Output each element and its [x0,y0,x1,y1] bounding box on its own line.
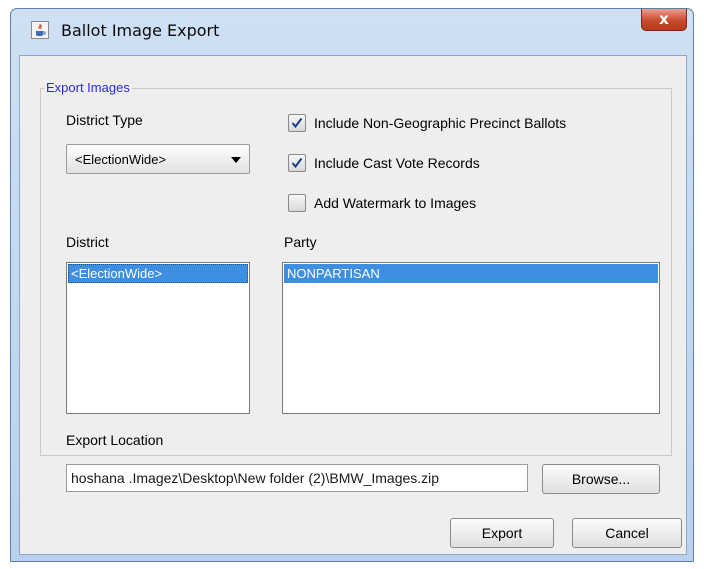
cancel-button[interactable]: Cancel [572,518,682,548]
export-location-label: Export Location [66,432,164,448]
non-geographic-checkbox[interactable] [288,114,306,132]
district-type-dropdown[interactable]: <ElectionWide> [66,144,250,174]
party-list[interactable]: NONPARTISAN [282,262,660,414]
cast-vote-records-checkbox[interactable] [288,154,306,172]
group-title: Export Images [44,80,132,95]
dialog-window: Ballot Image Export x Export Images Dist… [10,8,694,562]
title-bar[interactable]: Ballot Image Export x [11,9,693,53]
district-list-item[interactable]: <ElectionWide> [68,264,248,283]
export-location-input[interactable] [67,465,527,491]
java-cup-icon [31,21,49,39]
district-type-label: District Type [66,112,143,128]
export-button[interactable]: Export [450,518,554,548]
watermark-checkbox[interactable] [288,194,306,212]
district-type-value: <ElectionWide> [75,152,167,167]
district-label: District [66,234,109,250]
chevron-down-icon [231,157,241,163]
party-label: Party [284,234,317,250]
party-list-item[interactable]: NONPARTISAN [284,264,658,283]
browse-button[interactable]: Browse... [542,464,660,494]
export-location-field[interactable] [66,464,528,492]
checkmark-icon [291,157,303,169]
district-list[interactable]: <ElectionWide> [66,262,250,414]
window-title: Ballot Image Export [61,21,220,40]
close-button[interactable]: x [641,9,687,31]
cast-vote-records-label: Include Cast Vote Records [314,155,480,171]
dialog-content: Export Images District Type <ElectionWid… [19,55,687,555]
close-icon: x [659,10,669,28]
watermark-label: Add Watermark to Images [314,195,477,211]
non-geographic-label: Include Non-Geographic Precinct Ballots [314,115,567,131]
checkmark-icon [291,117,303,129]
